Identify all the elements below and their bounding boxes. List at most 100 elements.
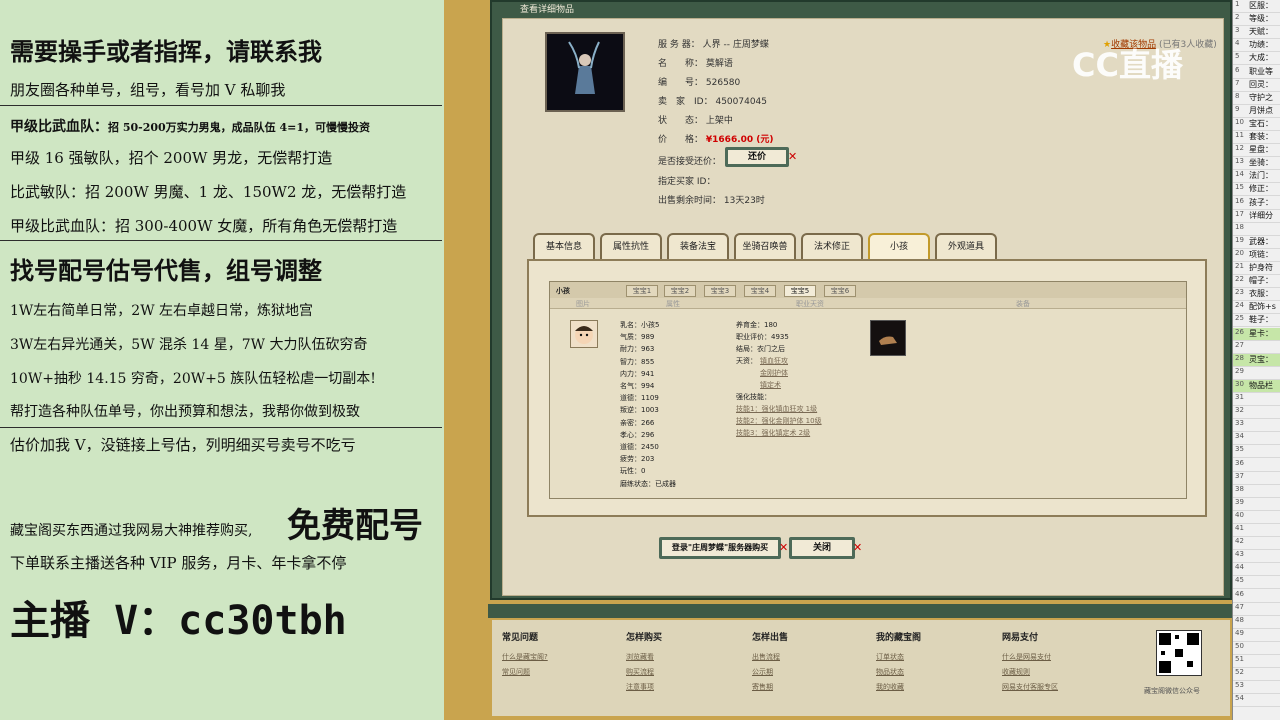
sheet-row[interactable]: 14 法门： — [1233, 170, 1280, 184]
footer-link[interactable]: 我的收藏 — [876, 682, 904, 692]
sheet-row[interactable]: 43 — [1233, 550, 1280, 564]
sheet-row[interactable]: 21 护身符 — [1233, 262, 1280, 276]
sheet-row[interactable]: 52 — [1233, 668, 1280, 682]
sheet-row[interactable]: 38 — [1233, 485, 1280, 498]
child-tab-6[interactable]: 宝宝6 — [824, 285, 856, 297]
sheet-row[interactable]: 32 — [1233, 406, 1280, 420]
footer-link[interactable]: 寄售期 — [752, 682, 773, 692]
sheet-row[interactable]: 45 — [1233, 576, 1280, 590]
close-button[interactable]: 关闭 — [789, 537, 855, 559]
row-number: 10 — [1235, 117, 1244, 126]
sheet-row[interactable]: 30 物品栏 — [1233, 379, 1280, 393]
sheet-row[interactable]: 25 鞋子： — [1233, 314, 1280, 328]
sheet-row[interactable]: 12 星盘： — [1233, 144, 1280, 158]
child-tab-2[interactable]: 宝宝2 — [664, 285, 696, 297]
footer-link[interactable]: 公示期 — [752, 667, 773, 677]
skill-2[interactable]: 技能2：强化金刚护体 10级 — [736, 416, 822, 426]
sheet-row[interactable]: 37 — [1233, 472, 1280, 485]
bargain-button[interactable]: 还价 — [725, 147, 789, 167]
skill-3[interactable]: 技能3：强化镇定术 2级 — [736, 428, 810, 438]
sheet-row[interactable]: 49 — [1233, 629, 1280, 642]
sheet-row[interactable]: 50 — [1233, 642, 1280, 655]
child-tab-3[interactable]: 宝宝3 — [704, 285, 736, 297]
footer-link[interactable]: 收藏规则 — [1002, 667, 1030, 677]
sheet-row[interactable]: 41 — [1233, 524, 1280, 538]
child-tab-1[interactable]: 宝宝1 — [626, 285, 658, 297]
sheet-row[interactable]: 35 — [1233, 445, 1280, 459]
sheet-row[interactable]: 1 区服： — [1233, 0, 1280, 14]
sheet-row[interactable]: 34 — [1233, 432, 1280, 446]
sheet-row[interactable]: 3 天赋： — [1233, 26, 1280, 40]
tab-child[interactable]: 小孩 — [868, 233, 930, 259]
footer-link[interactable]: 常见问题 — [502, 667, 530, 677]
sheet-row[interactable]: 2 等级： — [1233, 13, 1280, 27]
sheet-row[interactable]: 48 — [1233, 616, 1280, 629]
sheet-row[interactable]: 15 修正： — [1233, 183, 1280, 197]
sheet-row[interactable]: 42 — [1233, 537, 1280, 551]
sheet-row[interactable]: 47 — [1233, 603, 1280, 616]
talent-1[interactable]: 镇血狂攻 — [760, 356, 788, 366]
child-tab-5[interactable]: 宝宝5 — [784, 285, 816, 297]
sheet-row[interactable]: 39 — [1233, 498, 1280, 511]
sheet-row[interactable]: 44 — [1233, 563, 1280, 577]
footer-link[interactable]: 物品状态 — [876, 667, 904, 677]
sheet-row[interactable]: 28 灵宝： — [1233, 353, 1280, 367]
tab-mounts[interactable]: 坐骑召唤兽 — [734, 233, 796, 259]
sheet-row[interactable]: 16 孩子： — [1233, 197, 1280, 210]
tab-basic-info[interactable]: 基本信息 — [533, 233, 595, 259]
tab-equipment[interactable]: 装备法宝 — [667, 233, 729, 259]
sheet-row[interactable]: 7 回灵： — [1233, 79, 1280, 92]
sheet-row[interactable]: 27 — [1233, 341, 1280, 354]
sheet-row[interactable]: 51 — [1233, 655, 1280, 669]
talent-3[interactable]: 镇定术 — [760, 380, 781, 390]
sheet-row[interactable]: 33 — [1233, 419, 1280, 433]
footer-link[interactable]: 什么是网易支付 — [1002, 652, 1051, 662]
sheet-row[interactable]: 18 — [1233, 223, 1280, 236]
child-equip-slot[interactable] — [870, 320, 906, 356]
footer-link[interactable]: 订单状态 — [876, 652, 904, 662]
sheet-row[interactable]: 11 套装： — [1233, 131, 1280, 145]
footer-link[interactable]: 网易支付客服专区 — [1002, 682, 1058, 692]
sheet-row[interactable]: 36 — [1233, 459, 1280, 472]
sheet-row[interactable]: 54 — [1233, 694, 1280, 708]
sheet-row[interactable]: 29 — [1233, 367, 1280, 380]
child-tab-4[interactable]: 宝宝4 — [744, 285, 776, 297]
buyer-label: 指定买家 ID： — [658, 177, 716, 187]
promo-line-9: 3W左右异光通关，5W 混杀 14 星，7W 大力队伍砍穷奇 — [10, 337, 368, 353]
footer-head-sell: 怎样出售 — [752, 633, 789, 643]
footer-link[interactable]: 注意事项 — [626, 682, 654, 692]
sheet-row[interactable]: 19 武器： — [1233, 236, 1280, 249]
sheet-row[interactable]: 40 — [1233, 511, 1280, 524]
sheet-row[interactable]: 5 大成： — [1233, 52, 1280, 66]
sheet-row[interactable]: 22 帽子： — [1233, 275, 1280, 289]
sheet-row[interactable]: 6 职业等 — [1233, 66, 1280, 79]
talent-2[interactable]: 金刚护体 — [760, 368, 788, 378]
sheet-row[interactable]: 4 功绩： — [1233, 39, 1280, 53]
footer-link[interactable]: 浏览藏看 — [626, 652, 654, 662]
sheet-row[interactable]: 23 衣服： — [1233, 288, 1280, 302]
col-equip: 装备 — [1016, 300, 1030, 308]
footer-link[interactable]: 什么是藏宝阁? — [502, 652, 548, 662]
tab-appearance[interactable]: 外观道具 — [935, 233, 997, 259]
sheet-row[interactable]: 24 配饰+s — [1233, 301, 1280, 315]
sheet-row[interactable]: 46 — [1233, 590, 1280, 603]
footer-link[interactable]: 购买流程 — [626, 667, 654, 677]
seller-row: 卖 家 ID： 450074045 — [658, 94, 767, 107]
tab-spell-fix[interactable]: 法术修正 — [801, 233, 863, 259]
login-buy-button[interactable]: 登录"庄周梦蝶"服务器购买 — [659, 537, 781, 559]
sheet-row[interactable]: 8 守护之 — [1233, 92, 1280, 105]
sheet-row[interactable]: 31 — [1233, 393, 1280, 407]
sheet-row[interactable]: 17 详细分 — [1233, 210, 1280, 223]
sheet-row[interactable]: 53 — [1233, 681, 1280, 695]
child-attr-9: 亲密：266 — [620, 418, 655, 427]
footer-link[interactable]: 出售流程 — [752, 652, 780, 662]
sheet-row[interactable]: 20 项链： — [1233, 249, 1280, 262]
raise-money: 养育金：180 — [736, 321, 778, 329]
sheet-row[interactable]: 10 宝石： — [1233, 118, 1280, 131]
sheet-row[interactable]: 9 月饼点 — [1233, 105, 1280, 118]
sheet-row[interactable]: 13 坐骑： — [1233, 157, 1280, 171]
skill-1[interactable]: 技能1：强化镇血狂攻 1级 — [736, 404, 817, 414]
tab-attributes[interactable]: 属性抗性 — [600, 233, 662, 259]
sheet-row[interactable]: 26 星卡： — [1233, 327, 1280, 341]
row-number: 42 — [1235, 537, 1244, 546]
